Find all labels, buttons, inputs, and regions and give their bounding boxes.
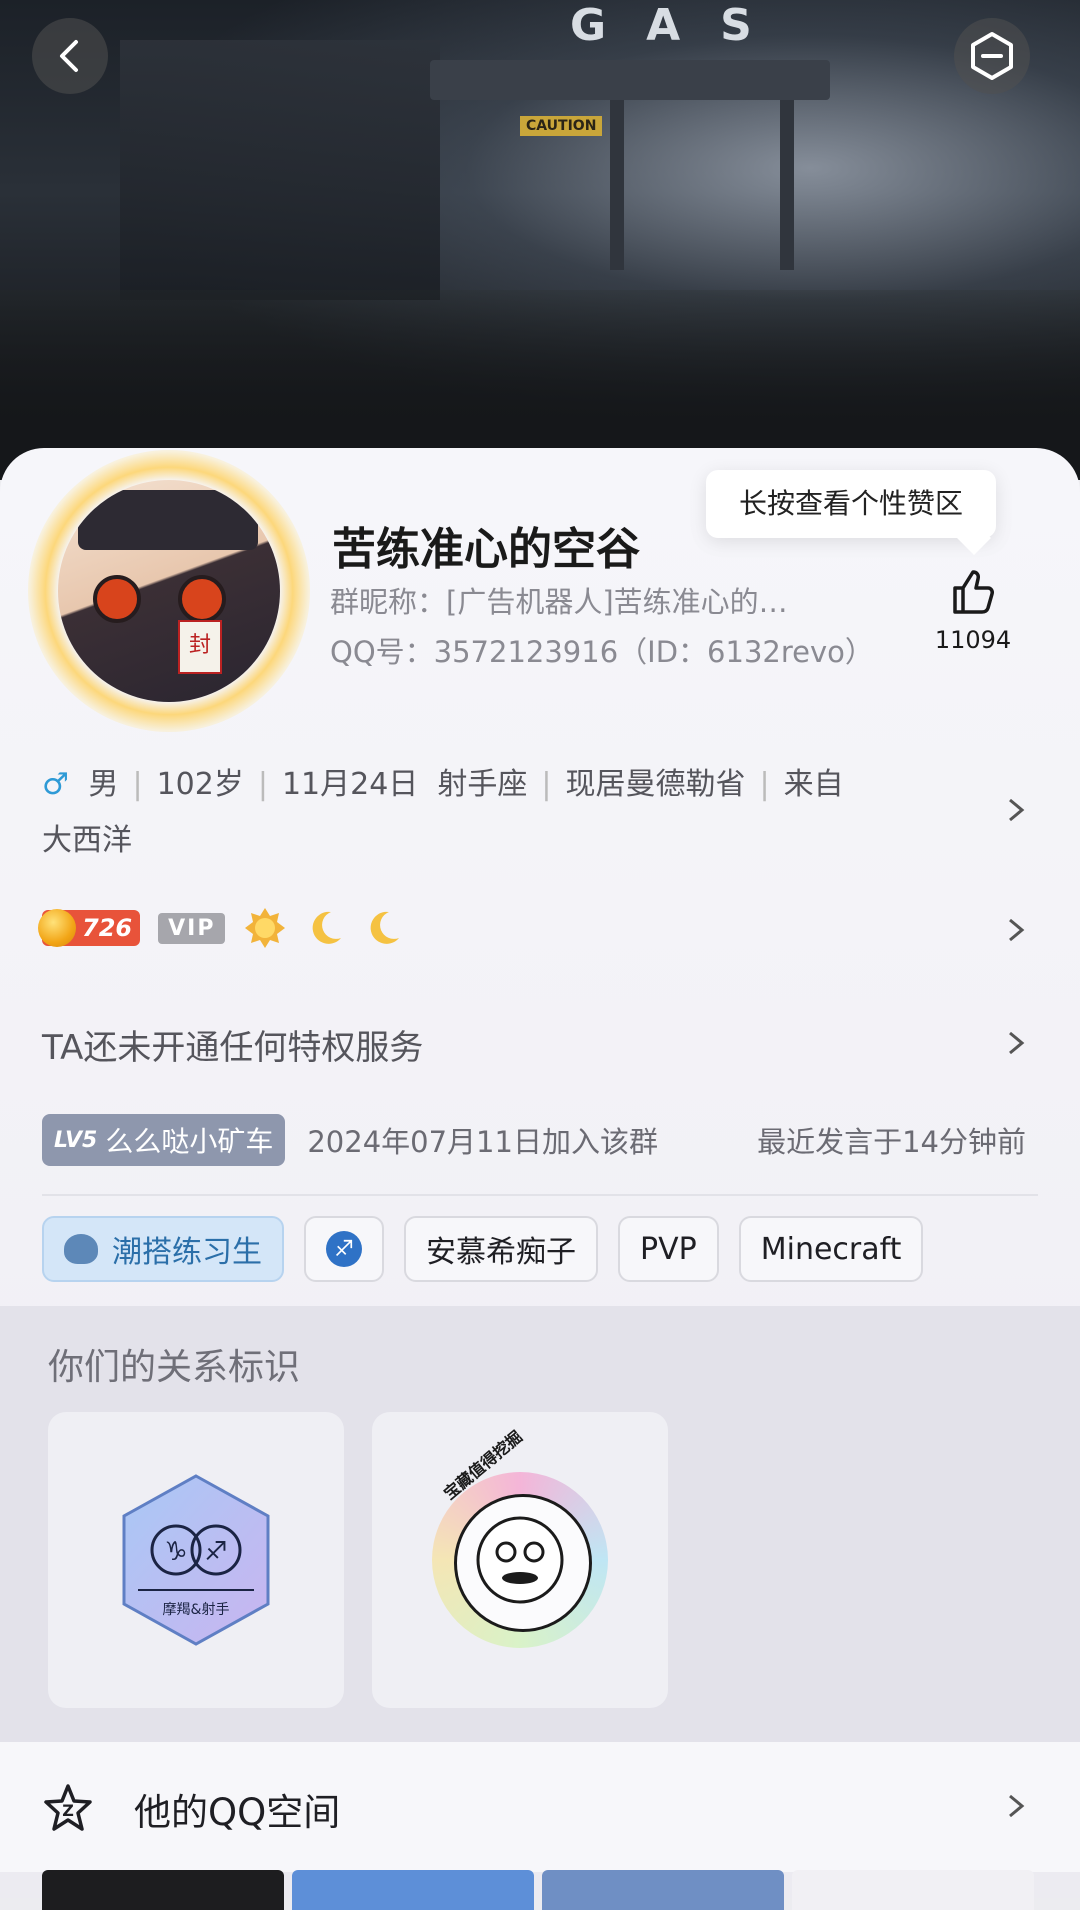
back-button[interactable] bbox=[32, 18, 108, 94]
tag-label: PVP bbox=[640, 1231, 697, 1267]
group-level-badge: LV5 么么哒小矿车 bbox=[42, 1114, 286, 1166]
moon-icon bbox=[371, 911, 400, 944]
tag-chip[interactable]: PVP bbox=[618, 1216, 719, 1282]
avatar-image: 封 bbox=[58, 480, 280, 702]
basic-info-row[interactable]: ♂ 男 | 102岁 | 11月24日 射手座 | 现居曼德勒省 | 来自 大西洋 bbox=[42, 757, 922, 869]
sagittarius-icon: ♐ bbox=[326, 1231, 362, 1267]
coin-icon bbox=[38, 909, 76, 947]
cover-pole bbox=[780, 100, 794, 270]
chevron-right-icon bbox=[1004, 918, 1028, 942]
like-tooltip: 长按查看个性赞区 bbox=[706, 470, 996, 538]
cover-gas-sign: GAS bbox=[570, 0, 792, 51]
relation-section: 你们的关系标识 ♑ ♐ 摩羯&射手 宝藏值得挖掘 bbox=[0, 1306, 1080, 1742]
privilege-status[interactable]: TA还未开通任何特权服务 bbox=[42, 1020, 423, 1069]
avatar[interactable]: 封 bbox=[28, 450, 310, 732]
level-number: 726 bbox=[82, 914, 133, 942]
svg-text:♐: ♐ bbox=[204, 1537, 227, 1567]
avatar-eye bbox=[178, 575, 226, 623]
birthday: 11月24日 bbox=[281, 767, 419, 802]
svg-text:摩羯&射手: 摩羯&射手 bbox=[163, 1601, 230, 1618]
join-date: 2024年07月11日加入该群 bbox=[307, 1125, 658, 1159]
more-button[interactable] bbox=[954, 18, 1030, 94]
tag-label: 安慕希痴子 bbox=[426, 1235, 576, 1270]
from-label: 来自 bbox=[783, 767, 844, 802]
origin: 大西洋 bbox=[42, 823, 132, 858]
space-thumbnail[interactable] bbox=[542, 1870, 784, 1910]
chevron-right-icon bbox=[1004, 798, 1028, 822]
gender: 男 bbox=[88, 767, 119, 802]
divider bbox=[42, 1194, 1038, 1196]
thumbs-up-icon bbox=[953, 570, 994, 614]
qq-space-thumbnails bbox=[42, 1870, 1034, 1910]
space-thumbnail[interactable] bbox=[292, 1870, 534, 1910]
tag-chip[interactable]: 安慕希痴子 bbox=[404, 1216, 598, 1282]
emoji-face-icon bbox=[476, 1516, 564, 1604]
group-info-row: LV5 么么哒小矿车 2024年07月11日加入该群 最近发言于14分钟前 bbox=[42, 1114, 1042, 1166]
cover-caution-sign: CAUTION bbox=[520, 116, 603, 136]
space-thumbnail[interactable] bbox=[42, 1870, 284, 1910]
tag-chip[interactable]: Minecraft bbox=[738, 1216, 924, 1282]
group-nickname: 群昵称：[广告机器人]苦练准心的… bbox=[330, 585, 788, 619]
badge-row[interactable]: 726 VIP bbox=[38, 906, 403, 950]
relation-title: 你们的关系标识 bbox=[48, 1347, 301, 1388]
level-badge: 726 bbox=[38, 909, 141, 947]
relation-badge-card[interactable]: ♑ ♐ 摩羯&射手 bbox=[48, 1412, 344, 1708]
vip-badge: VIP bbox=[158, 912, 226, 944]
cover-building bbox=[120, 40, 440, 300]
minus-hexagon-icon bbox=[971, 32, 1013, 80]
tag-label: 潮搭练习生 bbox=[112, 1235, 262, 1270]
group-level: LV5 bbox=[54, 1127, 98, 1153]
svg-text:♑: ♑ bbox=[164, 1537, 187, 1567]
cover-image[interactable]: GAS CAUTION bbox=[0, 0, 1080, 480]
last-active: 最近发言于14分钟前 bbox=[757, 1125, 1026, 1159]
qq-space-label: 他的QQ空间 bbox=[134, 1791, 341, 1834]
tag-list: 潮搭练习生 ♐ 安慕希痴子 PVP Minecraft bbox=[42, 1216, 924, 1282]
cover-pole bbox=[610, 100, 624, 270]
tag-chip[interactable]: 潮搭练习生 bbox=[42, 1216, 284, 1282]
zodiac-pair-badge: ♑ ♐ 摩羯&射手 bbox=[122, 1474, 270, 1646]
cover-canopy bbox=[430, 60, 830, 100]
space-thumbnail[interactable] bbox=[792, 1870, 1034, 1910]
profile-name: 苦练准心的空谷 bbox=[332, 524, 640, 575]
star-icon: Z bbox=[44, 1784, 92, 1831]
like-count: 11094 bbox=[934, 626, 1012, 654]
bird-icon bbox=[64, 1234, 98, 1264]
tag-label: Minecraft bbox=[760, 1231, 902, 1267]
age: 102岁 bbox=[156, 767, 244, 802]
group-title: 么么哒小矿车 bbox=[105, 1125, 274, 1158]
male-icon: ♂ bbox=[42, 767, 69, 802]
avatar-hat bbox=[78, 490, 258, 550]
moon-icon bbox=[313, 911, 342, 944]
qq-number[interactable]: QQ号：3572123916（ID：6132revo） bbox=[330, 629, 874, 671]
svg-text:Z: Z bbox=[62, 1801, 74, 1820]
qq-space-row[interactable]: Z 他的QQ空间 bbox=[0, 1742, 1080, 1872]
avatar-stamp: 封 bbox=[178, 620, 222, 674]
residence: 现居曼德勒省 bbox=[565, 767, 746, 802]
chevron-right-icon bbox=[1004, 1794, 1028, 1818]
sun-icon bbox=[245, 908, 286, 948]
relation-badge-card[interactable]: 宝藏值得挖掘 bbox=[372, 1412, 668, 1708]
back-arrow-icon bbox=[60, 40, 78, 72]
tag-chip-zodiac[interactable]: ♐ bbox=[304, 1216, 384, 1282]
zodiac: 射手座 bbox=[437, 767, 528, 802]
like-button[interactable]: 11094 bbox=[930, 566, 1016, 654]
chevron-right-icon bbox=[1004, 1031, 1028, 1055]
avatar-eye bbox=[93, 575, 141, 623]
